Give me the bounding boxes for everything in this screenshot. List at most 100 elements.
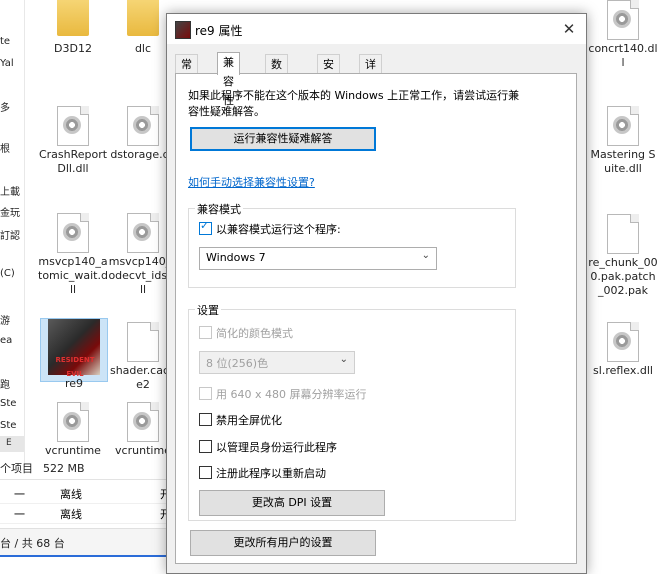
compat-mode-checkbox-row[interactable]: 以兼容模式运行这个程序: xyxy=(199,219,341,237)
document-icon xyxy=(127,322,159,362)
compatibility-panel: 如果此程序不能在这个版本的 Windows 上正常工作，请尝试运行兼容性疑难解答… xyxy=(175,73,577,564)
nav-fragment[interactable]: 金玩 xyxy=(0,204,20,219)
file-item[interactable]: sl.reflex.dll xyxy=(588,322,658,378)
fullscreen-opt-label: 禁用全屏优化 xyxy=(216,414,282,427)
nav-fragment[interactable]: 多 xyxy=(0,99,10,114)
chevron-down-icon: ⌄ xyxy=(339,354,348,365)
scroll-left-arrow[interactable]: E xyxy=(6,438,12,448)
color-depth-select[interactable]: 8 位(256)色 ⌄ xyxy=(199,351,355,374)
device-list: 一 离线 开 一 离线 开 xyxy=(0,484,171,524)
close-button[interactable]: ✕ xyxy=(558,18,580,40)
file-name: vcruntime xyxy=(45,444,101,457)
manual-compat-link[interactable]: 如何手动选择兼容性设置? xyxy=(188,174,315,190)
tab-security[interactable]: 安全 xyxy=(317,54,340,90)
tab-compatibility[interactable]: 兼容性 xyxy=(217,52,240,107)
settings-group-title: 设置 xyxy=(195,302,221,318)
register-restart-checkbox[interactable] xyxy=(199,466,212,479)
res-640-label: 用 640 x 480 屏幕分辨率运行 xyxy=(216,388,367,401)
nav-fragment[interactable]: Yal xyxy=(0,58,14,69)
nav-fragment[interactable]: 根 xyxy=(0,140,10,155)
item-count: 个项目 xyxy=(0,462,33,475)
folder-icon xyxy=(57,0,89,36)
nav-fragment[interactable]: te xyxy=(0,36,10,47)
file-item-selected[interactable]: RESIDENT EVIL re9 xyxy=(40,318,108,390)
compat-mode-group: 兼容模式 以兼容模式运行这个程序: Windows 7 ⌄ xyxy=(188,201,516,288)
dll-icon xyxy=(607,322,639,362)
tab-digital-signatures[interactable]: 数字签名 xyxy=(265,54,288,128)
status-bar: 个项目 522 MB xyxy=(0,460,95,476)
os-version-value: Windows 7 xyxy=(206,251,266,264)
compat-group-title: 兼容模式 xyxy=(195,201,243,217)
dll-icon xyxy=(127,106,159,146)
re9-exe-icon: RESIDENT EVIL xyxy=(48,319,100,378)
file-item[interactable]: Mastering Suite.dll xyxy=(588,106,658,176)
folder-icon xyxy=(127,0,159,36)
res-640-checkbox[interactable] xyxy=(199,387,212,400)
tab-details[interactable]: 详细信息 xyxy=(359,54,382,128)
nav-fragment[interactable]: 游 xyxy=(0,312,10,327)
file-item[interactable]: CrashReportDll.dll xyxy=(38,106,108,176)
change-dpi-button[interactable]: 更改高 DPI 设置 xyxy=(199,490,385,516)
list-item[interactable]: 一 离线 开 xyxy=(0,484,171,504)
nav-fragment[interactable]: Ste xyxy=(0,420,16,431)
file-name: sl.reflex.dll xyxy=(593,364,653,377)
reduced-color-checkbox[interactable] xyxy=(199,326,212,339)
file-item[interactable]: re_chunk_000.pak.patch_002.pak xyxy=(588,214,658,298)
horizontal-scrollbar[interactable]: E xyxy=(0,436,24,452)
file-name: CrashReportDll.dll xyxy=(38,148,108,175)
fullscreen-opt-row[interactable]: 禁用全屏优化 xyxy=(199,412,282,428)
divider xyxy=(0,479,168,480)
run-as-admin-label: 以管理员身份运行此程序 xyxy=(216,441,337,454)
app-icon xyxy=(175,21,191,39)
compat-mode-label: 以兼容模式运行这个程序: xyxy=(216,223,341,236)
nav-fragment[interactable]: Ste xyxy=(0,398,16,409)
file-name: D3D12 xyxy=(54,42,92,55)
os-version-select[interactable]: Windows 7 ⌄ xyxy=(199,247,437,270)
settings-group: 设置 简化的颜色模式 8 位(256)色 ⌄ 用 640 x 480 屏幕分辨率… xyxy=(188,302,516,521)
cell: 离线 xyxy=(60,488,82,501)
nav-fragment[interactable]: 訂認 xyxy=(0,227,20,242)
register-restart-label: 注册此程序以重新启动 xyxy=(216,467,326,480)
dialog-title: re9 属性 xyxy=(195,24,243,38)
file-item[interactable]: vcruntime xyxy=(38,402,108,458)
dll-icon xyxy=(607,0,639,40)
reduced-color-row[interactable]: 简化的颜色模式 xyxy=(199,325,293,341)
exe-logo-text: RESIDENT EVIL xyxy=(55,356,95,378)
run-as-admin-row[interactable]: 以管理员身份运行此程序 xyxy=(199,439,337,455)
run-as-admin-checkbox[interactable] xyxy=(199,440,212,453)
file-item[interactable]: msvcp140_atomic_wait.dll xyxy=(38,213,108,297)
compat-mode-checkbox[interactable] xyxy=(199,219,212,235)
dialog-titlebar[interactable]: re9 属性 ✕ xyxy=(167,14,586,44)
nav-fragment[interactable]: ea xyxy=(0,335,12,346)
file-item[interactable]: D3D12 xyxy=(38,0,108,56)
change-all-users-button[interactable]: 更改所有用户的设置 xyxy=(190,530,376,556)
file-name: msvcp140_atomic_wait.dll xyxy=(38,255,108,296)
bottom-status-bar: 台 / 共 68 台 xyxy=(0,528,168,557)
dll-icon xyxy=(127,402,159,442)
file-name: re_chunk_000.pak.patch_002.pak xyxy=(588,256,658,297)
list-item[interactable]: 一 离线 开 xyxy=(0,504,171,524)
cell: 离线 xyxy=(60,508,82,521)
tab-general[interactable]: 常规 xyxy=(175,54,198,90)
chevron-down-icon: ⌄ xyxy=(421,250,430,261)
res-640-row[interactable]: 用 640 x 480 屏幕分辨率运行 xyxy=(199,386,367,402)
accent-line xyxy=(0,555,168,557)
dll-icon xyxy=(57,402,89,442)
register-restart-row[interactable]: 注册此程序以重新启动 xyxy=(199,465,326,481)
reduced-color-label: 简化的颜色模式 xyxy=(216,327,293,340)
cell: 一 xyxy=(14,488,25,501)
dll-icon xyxy=(607,106,639,146)
dll-icon xyxy=(127,213,159,253)
run-troubleshooter-button[interactable]: 运行兼容性疑难解答 xyxy=(190,127,376,151)
properties-dialog: re9 属性 ✕ 常规 兼容性 数字签名 安全 详细信息 如果此程序不能在这个版… xyxy=(166,13,587,574)
fullscreen-opt-checkbox[interactable] xyxy=(199,413,212,426)
file-name: concrt140.dll xyxy=(588,42,658,69)
nav-fragment[interactable]: 上載 xyxy=(0,183,20,198)
cell: 一 xyxy=(14,508,25,521)
nav-fragment[interactable]: (C) xyxy=(0,268,15,279)
file-name: Mastering Suite.dll xyxy=(590,148,656,175)
color-depth-value: 8 位(256)色 xyxy=(206,357,269,370)
nav-fragment[interactable]: 跑 xyxy=(0,376,10,391)
total-size: 522 MB xyxy=(43,462,85,475)
file-item[interactable]: concrt140.dll xyxy=(588,0,658,70)
